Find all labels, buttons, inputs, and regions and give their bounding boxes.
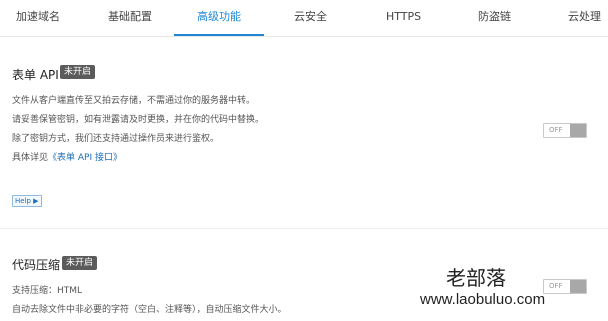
tab-cloud-processing[interactable]: 云处理	[568, 0, 601, 34]
tab-bar: 加速域名 基础配置 高级功能 云安全 HTTPS 防盗链 云处理	[0, 0, 608, 37]
section-divider	[0, 228, 608, 229]
form-api-status-badge: 未开启	[60, 65, 96, 79]
code-compress-desc-line-2: 自动去除文件中非必要的字符（空白、注释等），自动压缩文件大小。	[12, 305, 287, 315]
form-api-toggle-label: OFF	[549, 126, 563, 134]
form-api-doc-link[interactable]: 《表单 API 接口》	[48, 153, 122, 163]
form-api-detail-prefix: 具体详见	[12, 153, 49, 163]
tab-basic-config[interactable]: 基础配置	[108, 0, 152, 34]
tab-hotlink-protection[interactable]: 防盗链	[478, 0, 511, 34]
form-api-desc-line-2: 请妥善保管密钥，如有泄露请及时更换，并在你的代码中替换。	[12, 115, 265, 125]
toggle-knob	[570, 280, 586, 293]
help-button[interactable]: Help ▶	[12, 195, 42, 207]
tab-acceleration-domain[interactable]: 加速域名	[16, 0, 60, 34]
watermark-url: www.laobuluo.com	[420, 291, 546, 308]
code-compress-toggle[interactable]: OFF	[543, 279, 587, 294]
code-compress-title: 代码压缩	[12, 258, 61, 272]
tab-https[interactable]: HTTPS	[386, 0, 421, 34]
code-compress-desc-line-1: 支持压缩：HTML	[12, 286, 83, 296]
tab-advanced-features[interactable]: 高级功能	[174, 0, 264, 36]
form-api-detail: 具体详见《表单 API 接口》	[12, 150, 122, 163]
form-api-title: 表单 API	[12, 68, 59, 82]
form-api-desc-line-3: 除了密钥方式，我们还支持通过操作员来进行鉴权。	[12, 134, 220, 144]
watermark-name: 老部落	[446, 266, 506, 290]
code-compress-toggle-label: OFF	[549, 282, 563, 290]
form-api-toggle[interactable]: OFF	[543, 123, 587, 138]
tab-cloud-security[interactable]: 云安全	[294, 0, 327, 34]
code-compress-status-badge: 未开启	[62, 256, 98, 270]
form-api-desc-line-1: 文件从客户端直传至又拍云存储，不需通过你的服务器中转。	[12, 96, 256, 106]
toggle-knob	[570, 124, 586, 137]
